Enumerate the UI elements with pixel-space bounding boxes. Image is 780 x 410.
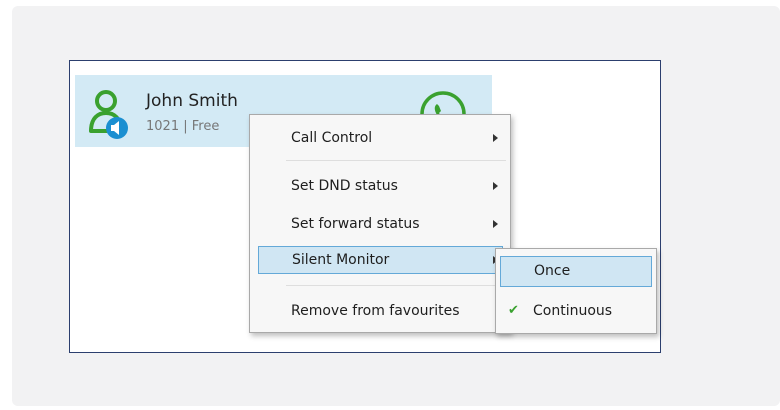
menu-item-label: Set DND status: [291, 178, 398, 194]
contact-name: John Smith: [146, 91, 238, 111]
menu-item-set-dnd-status[interactable]: Set DND status: [250, 175, 510, 197]
menu-item-silent-monitor[interactable]: Silent Monitor: [258, 246, 503, 274]
person-icon: [89, 90, 128, 139]
menu-separator: [286, 160, 506, 161]
context-menu: Call Control Set DND status Set forward …: [249, 114, 511, 333]
menu-separator: [286, 285, 506, 286]
menu-item-remove-from-favourites[interactable]: Remove from favourites: [250, 300, 510, 322]
chevron-right-icon: [493, 134, 498, 142]
chevron-right-icon: [493, 220, 498, 228]
chevron-right-icon: [493, 182, 498, 190]
silent-monitor-submenu: Once ✔ Continuous: [495, 248, 657, 334]
menu-item-label: Call Control: [291, 130, 373, 146]
menu-item-set-forward-status[interactable]: Set forward status: [250, 213, 510, 235]
contact-status: 1021 | Free: [146, 119, 220, 134]
menu-item-label: Remove from favourites: [291, 303, 460, 319]
submenu-item-once[interactable]: Once: [500, 256, 652, 287]
speaker-badge-icon: [106, 117, 128, 139]
checkmark-icon: ✔: [508, 303, 519, 318]
menu-item-call-control[interactable]: Call Control: [250, 127, 510, 149]
submenu-item-label: Once: [534, 263, 571, 279]
submenu-item-label: Continuous: [533, 303, 613, 319]
menu-item-label: Set forward status: [291, 216, 420, 232]
menu-item-label: Silent Monitor: [292, 252, 390, 268]
submenu-item-continuous[interactable]: ✔ Continuous: [496, 296, 656, 324]
